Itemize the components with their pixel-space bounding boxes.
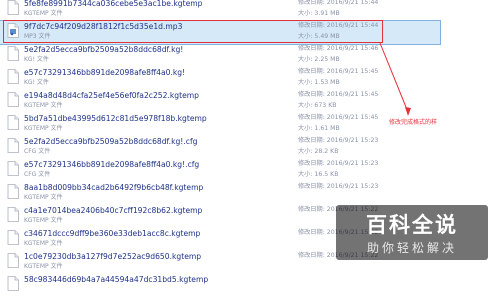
file-icon: [7, 184, 19, 199]
file-modified-date: 修改日期: 2016/9/21 15:23: [298, 160, 379, 167]
file-type: CFG 文件: [24, 171, 51, 178]
file-row[interactable]: 5e2fa2d5ecca9bfb2509a52b8ddc68df.kg! KG! …: [0, 44, 440, 67]
file-size: 大小: 1.61 MB: [298, 125, 340, 132]
file-row[interactable]: 58c983446d69b4a7a44594a47dc31bd5.kgtemp: [0, 274, 440, 297]
file-name: 5fe8fe8991b7344ca036cebe5e3ac1be.kgtemp: [24, 0, 203, 8]
file-name: 5e2fa2d5ecca9bfb2509a52b8ddc68df.kg!.cfg: [24, 137, 198, 146]
file-type: KG! 文件: [24, 56, 49, 63]
file-modified-date: 修改日期: 2016/9/21 15:44: [298, 0, 379, 6]
file-name: c4a1e7014bea2406b40c7cff192c8b62.kgtemp: [24, 206, 203, 215]
file-modified-date: 修改日期: 2016/9/21 15:45: [298, 91, 379, 98]
file-row[interactable]: 5bd7a51dbe43995d612c81d5e978f18b.kgtemp K…: [0, 113, 440, 136]
file-name: c34671dccc9dff9be360e33deb1acc8c.kgtemp: [24, 229, 201, 238]
file-modified-date: 修改日期: 2016/9/21 15:46: [298, 45, 379, 52]
file-row[interactable]: e57c73291346bb891de2098afe8ff4a0.kg! KG! …: [0, 67, 440, 90]
file-size: 大小: 1.53 MB: [298, 79, 340, 86]
file-name: 1c0e79230db3a127f9d7e252ac9d650.kgtemp: [24, 252, 202, 261]
file-type: KGTEMP 文件: [24, 263, 63, 270]
file-size: 大小: 16.5 KB: [298, 171, 339, 178]
file-icon: [7, 69, 19, 84]
file-size: 大小: 28.2 KB: [298, 148, 339, 155]
file-size: 大小: 5.49 MB: [298, 33, 340, 40]
file-name: 8aa1b8d009bb34cad2b6492f9b6cb48f.kgtemp: [24, 183, 204, 192]
file-name: e57c73291346bb891de2098afe8ff4a0.kg!: [24, 68, 186, 77]
file-name: 5e2fa2d5ecca9bfb2509a52b8ddc68df.kg!: [24, 45, 184, 54]
file-modified-date: 修改日期: 2016/9/21 15:45: [298, 114, 379, 121]
file-type: KGTEMP 文件: [24, 194, 63, 201]
file-modified-date: 修改日期: 2016/9/21 15:23: [298, 137, 379, 144]
file-type: KGTEMP 文件: [24, 102, 63, 109]
file-type: KG! 文件: [24, 79, 49, 86]
file-name: e194a8d48d4cfa25ef4e56ef0fa2c252.kgtemp: [24, 91, 199, 100]
file-row[interactable]: 5e2fa2d5ecca9bfb2509a52b8ddc68df.kg!.cfg…: [0, 136, 440, 159]
file-modified-date: 修改日期: 2016/9/21 15:23: [298, 183, 379, 190]
file-icon: [7, 115, 19, 130]
file-row[interactable]: e57c73291346bb891de2098afe8ff4a0.kg!.cfg…: [0, 159, 440, 182]
watermark-subtitle: 助你轻松解决: [366, 241, 457, 255]
file-name: e57c73291346bb891de2098afe8ff4a0.kg!.cfg: [24, 160, 200, 169]
annotation-text: 修改完成格式的样: [389, 119, 438, 126]
file-type: KGTEMP 文件: [24, 217, 63, 224]
file-type: KGTEMP 文件: [24, 10, 63, 17]
file-icon: [7, 161, 19, 176]
file-row[interactable]: 8aa1b8d009bb34cad2b6492f9b6cb48f.kgtemp K…: [0, 182, 440, 205]
file-name: 9f7dc7c94f209d28f1812f1c5d35e1d.mp3: [24, 22, 183, 31]
file-icon: [7, 92, 19, 107]
file-row[interactable]: e194a8d48d4cfa25ef4e56ef0fa2c252.kgtemp K…: [0, 90, 440, 113]
file-row[interactable]: 9f7dc7c94f209d28f1812f1c5d35e1d.mp3 MP3 文…: [0, 20, 441, 45]
file-name: 5bd7a51dbe43995d612c81d5e978f18b.kgtemp: [24, 114, 207, 123]
file-size: 大小: 2.25 MB: [298, 56, 340, 63]
file-icon: [7, 46, 19, 61]
file-modified-date: 修改日期: 2016/9/21 15:44: [298, 22, 379, 29]
file-type: CFG 文件: [24, 148, 51, 155]
mp3-file-icon: [7, 23, 19, 38]
file-icon: [7, 207, 19, 222]
file-icon: [7, 276, 19, 291]
file-icon: [7, 0, 19, 15]
watermark-title: 百科全说: [366, 213, 458, 237]
file-icon: [7, 253, 19, 268]
file-type: KGTEMP 文件: [24, 125, 63, 132]
file-type: MP3 文件: [24, 33, 51, 40]
file-size: 大小: 673 KB: [298, 102, 337, 109]
file-size: 大小: 3.91 MB: [298, 10, 340, 17]
file-icon: [7, 230, 19, 245]
file-modified-date: 修改日期: 2016/9/21 15:45: [298, 68, 379, 75]
watermark-logo: 百科全说 助你轻松解决: [336, 205, 488, 260]
file-type: KGTEMP 文件: [24, 240, 63, 247]
file-row[interactable]: 5fe8fe8991b7344ca036cebe5e3ac1be.kgtemp K…: [0, 0, 440, 21]
file-icon: [7, 138, 19, 153]
